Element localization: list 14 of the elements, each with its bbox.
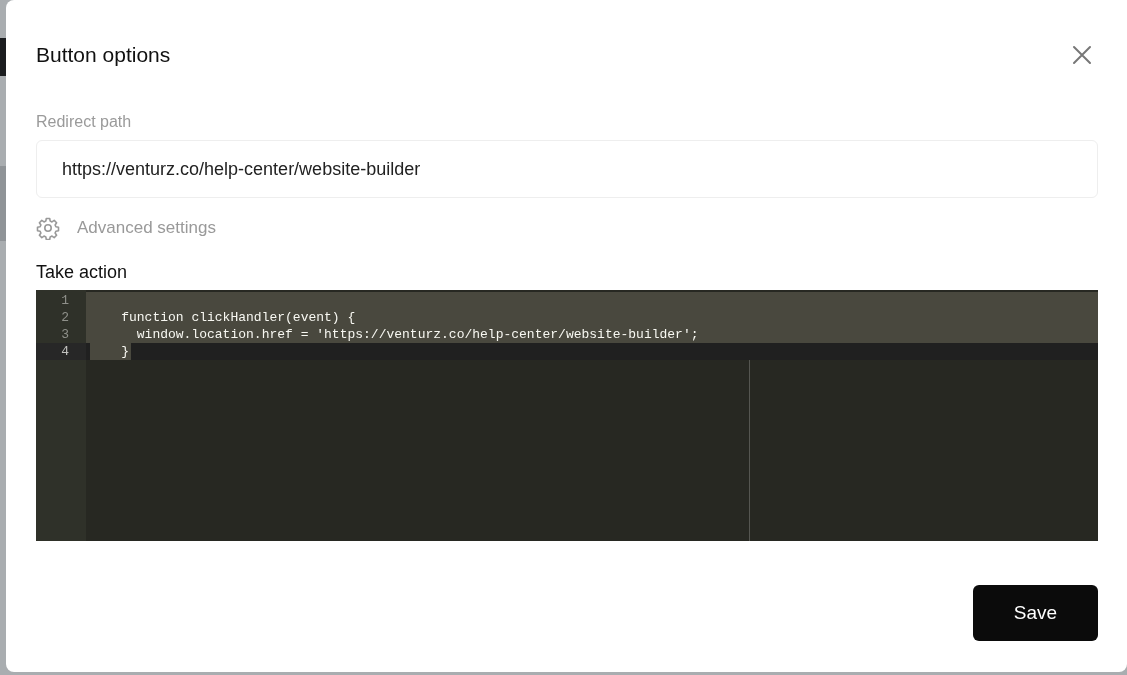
section-label: Take action <box>36 262 129 283</box>
line-number: 3 <box>60 326 70 343</box>
field-label: Redirect path <box>36 113 133 131</box>
line-number: 1 <box>60 292 70 309</box>
settings-icon[interactable] <box>36 216 60 240</box>
save-button[interactable]: Save <box>973 585 1098 641</box>
code-editor[interactable]: 1 2 3 4 function clickHandler(event) { window.location.href = 'https://venturz.co/help-center/website-builder'; } <box>36 290 1098 541</box>
line-number: 4 <box>36 343 86 360</box>
line-number: 2 <box>60 309 70 326</box>
dialog-title: Button options <box>36 43 171 67</box>
redirect-path-field[interactable]: https://venturz.co/help-center/website-builder <box>36 140 1098 198</box>
close-icon[interactable] <box>1072 45 1092 65</box>
code-line: window.location.href = 'https://venturz.co/help-center/website-builder'; <box>135 326 700 343</box>
code-line: function clickHandler(event) { <box>120 309 357 326</box>
